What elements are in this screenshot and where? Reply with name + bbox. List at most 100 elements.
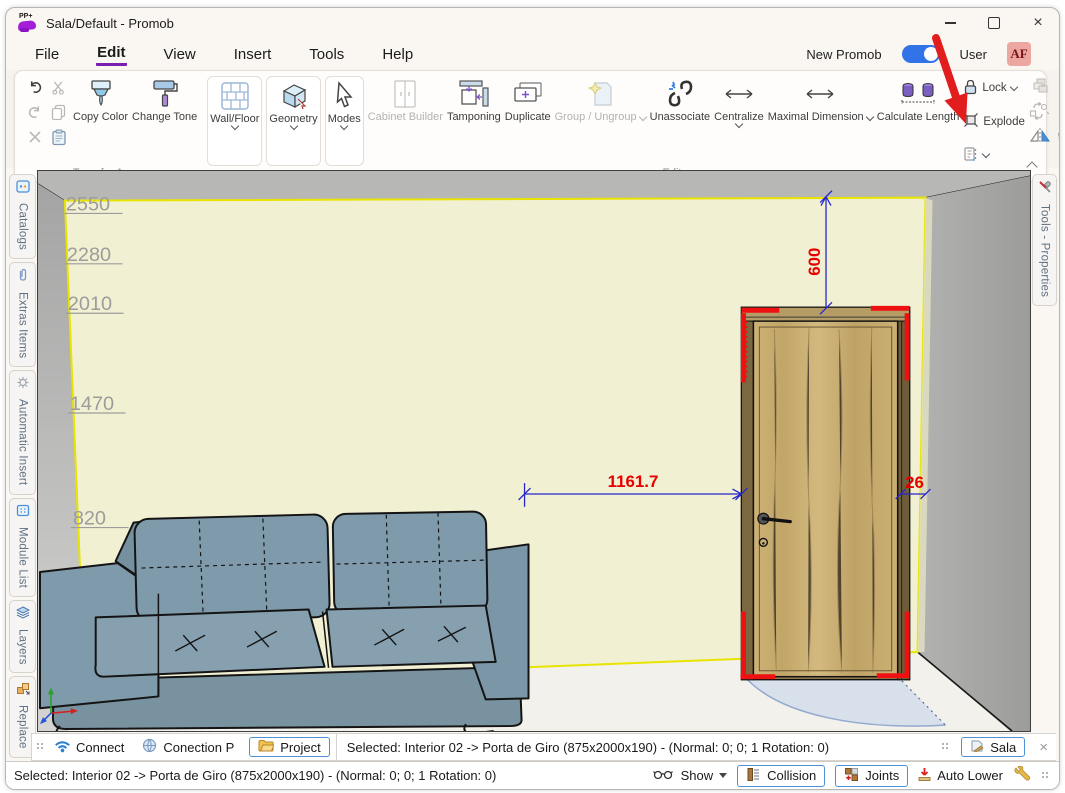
document-tab-sala[interactable]: Sala — [961, 737, 1025, 757]
status-bar: Selected: Interior 02 -> Porta de Giro (… — [6, 761, 1059, 789]
catalogs-icon — [16, 180, 30, 198]
calculate-length-button[interactable]: Calculate Length — [875, 75, 962, 167]
sidebar-tab-catalogs[interactable]: Catalogs — [9, 174, 36, 259]
cut-icon — [51, 80, 67, 100]
brick-wall-icon — [220, 79, 250, 113]
project-tab[interactable]: Project — [249, 737, 329, 757]
collision-button[interactable]: Collision — [737, 765, 825, 787]
project-bar: Connect Conection P Project Selected: In… — [31, 733, 1056, 761]
menu-view[interactable]: View — [163, 44, 197, 65]
dimension-26[interactable]: 26 — [905, 473, 924, 492]
centralize-button[interactable]: Centralize — [712, 75, 766, 167]
dimension-1161[interactable]: 1161.7 — [608, 472, 659, 491]
minimize-button[interactable] — [943, 16, 957, 30]
chevron-down-icon — [1009, 83, 1017, 91]
menu-edit[interactable]: Edit — [96, 42, 126, 66]
layers-icon — [16, 606, 30, 624]
left-sidebar: Catalogs Extras Items Automatic Insert M… — [9, 174, 36, 790]
drag-grip[interactable] — [941, 742, 951, 752]
modes-button[interactable]: Modes — [325, 76, 364, 166]
length-cylinders-icon — [900, 77, 936, 111]
maximal-dimension-button[interactable]: Maximal Dimension — [766, 75, 875, 167]
window-title: Sala/Default - Promob — [46, 16, 174, 31]
svg-text:2010: 2010 — [68, 293, 112, 315]
maximize-button[interactable] — [987, 16, 1001, 30]
sidebar-tab-layers[interactable]: Layers — [9, 600, 36, 674]
chevron-down-icon — [982, 150, 990, 158]
rss-icon — [55, 738, 70, 756]
horizontal-arrow-icon — [803, 77, 837, 111]
paint-roller-icon — [151, 77, 179, 111]
sidebar-tab-module-list[interactable]: Module List — [9, 498, 36, 597]
paperclip-icon[interactable] — [1058, 102, 1060, 126]
change-tone-button[interactable]: Change Tone — [130, 75, 199, 167]
tamponing-button[interactable]: Tamponing — [445, 75, 503, 167]
svg-text:820: 820 — [73, 508, 106, 530]
cabinet-icon — [392, 77, 418, 111]
broken-link-icon — [664, 77, 696, 111]
connection-tab[interactable]: Conection P — [133, 738, 243, 756]
replace-icon — [16, 682, 30, 700]
app-window: PP+ Sala/Default - Promob × File Edit Vi… — [5, 7, 1060, 790]
drag-grip[interactable] — [36, 742, 46, 752]
selection-status: Selected: Interior 02 -> Porta de Giro (… — [337, 740, 941, 755]
ribbon: Copy Color Change Tone Wall/Floor Geomet… — [6, 70, 1059, 168]
new-promob-label: New Promob — [806, 47, 881, 62]
ghost-outline-icon — [1055, 127, 1060, 150]
title-bar: PP+ Sala/Default - Promob × — [6, 8, 1059, 38]
doc-selection-icon — [963, 146, 979, 165]
undo-icon[interactable] — [27, 80, 43, 100]
resize-grip[interactable] — [1041, 771, 1051, 781]
joints-button[interactable]: Joints — [835, 765, 908, 787]
sidebar-tab-tools-properties[interactable]: Tools - Properties — [1032, 174, 1057, 306]
explode-button[interactable]: Explode — [963, 112, 1025, 132]
copy-color-button[interactable]: Copy Color — [71, 75, 130, 167]
svg-text:2280: 2280 — [67, 244, 111, 266]
dimension-600[interactable]: 600 — [805, 248, 824, 276]
mirror-icon[interactable] — [1029, 127, 1051, 150]
right-wall[interactable] — [918, 176, 1030, 731]
chevron-down-icon — [638, 113, 646, 121]
lock-icon — [963, 79, 978, 98]
menu-bar: File Edit View Insert Tools Help New Pro… — [6, 38, 1059, 70]
avatar[interactable]: AF — [1007, 42, 1031, 66]
group-ungroup-button: Group / Ungroup — [553, 75, 648, 167]
menu-help[interactable]: Help — [381, 44, 414, 65]
menu-file[interactable]: File — [34, 44, 60, 65]
paperclip-icon — [18, 268, 28, 287]
show-dropdown[interactable]: Show — [653, 768, 728, 783]
redo-icon — [27, 105, 43, 125]
geometry-button[interactable]: Geometry — [266, 76, 320, 166]
auto-lower-icon — [918, 767, 931, 785]
stack-icon — [1030, 77, 1050, 100]
selection-options-button[interactable] — [963, 145, 1025, 165]
menu-tools[interactable]: Tools — [308, 44, 345, 65]
horizontal-arrow-icon — [722, 77, 756, 111]
tools-icon — [1038, 180, 1052, 199]
user-label[interactable]: User — [960, 47, 987, 62]
gear-icon — [16, 376, 30, 394]
copy-icon — [51, 104, 67, 125]
wall-floor-button[interactable]: Wall/Floor — [207, 76, 262, 166]
sidebar-tab-automatic-insert[interactable]: Automatic Insert — [9, 370, 36, 494]
paste-icon[interactable] — [51, 129, 67, 151]
viewport-3d[interactable]: 2550 2280 2010 1470 820 — [37, 170, 1031, 732]
cabinet-builder-button: Cabinet Builder — [366, 75, 445, 167]
menu-insert[interactable]: Insert — [233, 44, 273, 65]
connect-tab[interactable]: Connect — [46, 738, 133, 756]
lock-button[interactable]: Lock — [963, 78, 1025, 98]
unassociate-button[interactable]: Unassociate — [648, 75, 713, 167]
sidebar-tab-extras-items[interactable]: Extras Items — [9, 262, 36, 367]
duplicate-icon — [512, 77, 544, 111]
right-sidebar: Tools - Properties — [1032, 174, 1057, 306]
duplicate-button[interactable]: Duplicate — [503, 75, 553, 167]
document-icon — [970, 739, 984, 755]
close-button[interactable]: × — [1031, 16, 1045, 30]
close-project-panel-button[interactable]: × — [1031, 739, 1056, 756]
auto-lower-toggle[interactable]: Auto Lower — [918, 767, 1003, 785]
group-page-icon — [586, 77, 614, 111]
module-box-icon — [16, 504, 30, 522]
new-promob-toggle[interactable] — [902, 45, 940, 63]
door[interactable] — [740, 307, 909, 679]
wrench-icon[interactable] — [1013, 766, 1031, 785]
